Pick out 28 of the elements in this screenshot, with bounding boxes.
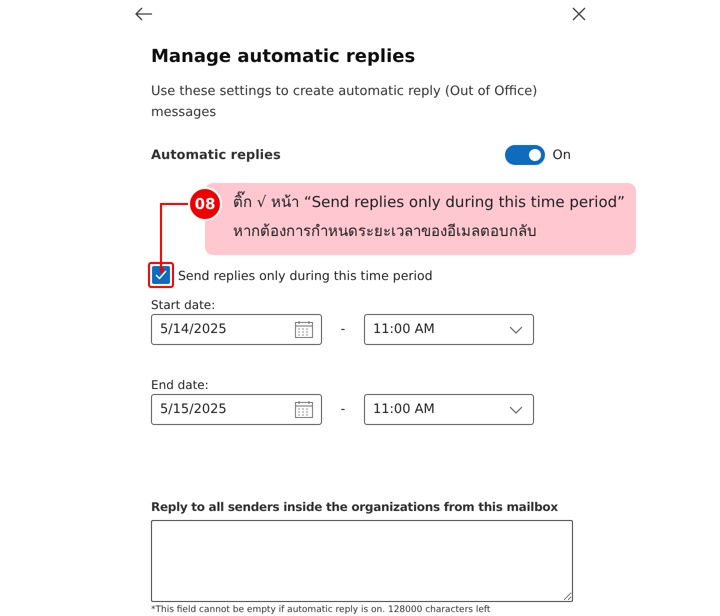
callout-text: หากต้องการกำหนดระยะเวลาของอีเมลตอบกลับ xyxy=(233,221,538,242)
checkbox-label: Send replies only during this time period xyxy=(178,268,433,282)
chevron-down-icon xyxy=(509,326,523,334)
step-badge: 08 xyxy=(188,187,222,221)
date-label: Start date: xyxy=(151,298,216,312)
date-label: End date: xyxy=(151,378,210,392)
field-note: *This field cannot be empty if automatic reply is on. 128000 characters left xyxy=(151,605,492,615)
range-separator: - xyxy=(340,322,346,337)
chevron-down-icon xyxy=(509,406,523,414)
date-field[interactable]: 5/15/2025 xyxy=(151,394,322,425)
calendar-icon xyxy=(295,401,313,418)
back-icon[interactable] xyxy=(135,7,153,21)
checkbox[interactable] xyxy=(152,266,170,284)
time-dropdown[interactable]: 11:00 AM xyxy=(364,394,534,425)
description-text: Use these settings to create automatic reply (Out of Office) messages xyxy=(151,83,538,122)
range-separator: - xyxy=(340,402,346,417)
reply-label: Reply to all senders inside the organizations from this mailbox xyxy=(151,500,559,514)
toggle-switch[interactable] xyxy=(504,145,545,165)
date-field[interactable]: 5/14/2025 xyxy=(151,314,322,345)
checkmark-icon xyxy=(155,270,167,280)
automatic-replies-label: Automatic replies xyxy=(151,148,281,162)
calendar-icon xyxy=(295,321,313,338)
dialog-title: Manage automatic replies xyxy=(151,46,416,67)
close-icon[interactable] xyxy=(572,7,586,21)
callout-text: ติ๊ก √ หน้า “Send replies only during this time period” xyxy=(233,190,626,213)
reply-text-area[interactable] xyxy=(151,520,573,602)
toggle-state-text: On xyxy=(552,148,571,162)
time-dropdown[interactable]: 11:00 AM xyxy=(364,314,534,345)
